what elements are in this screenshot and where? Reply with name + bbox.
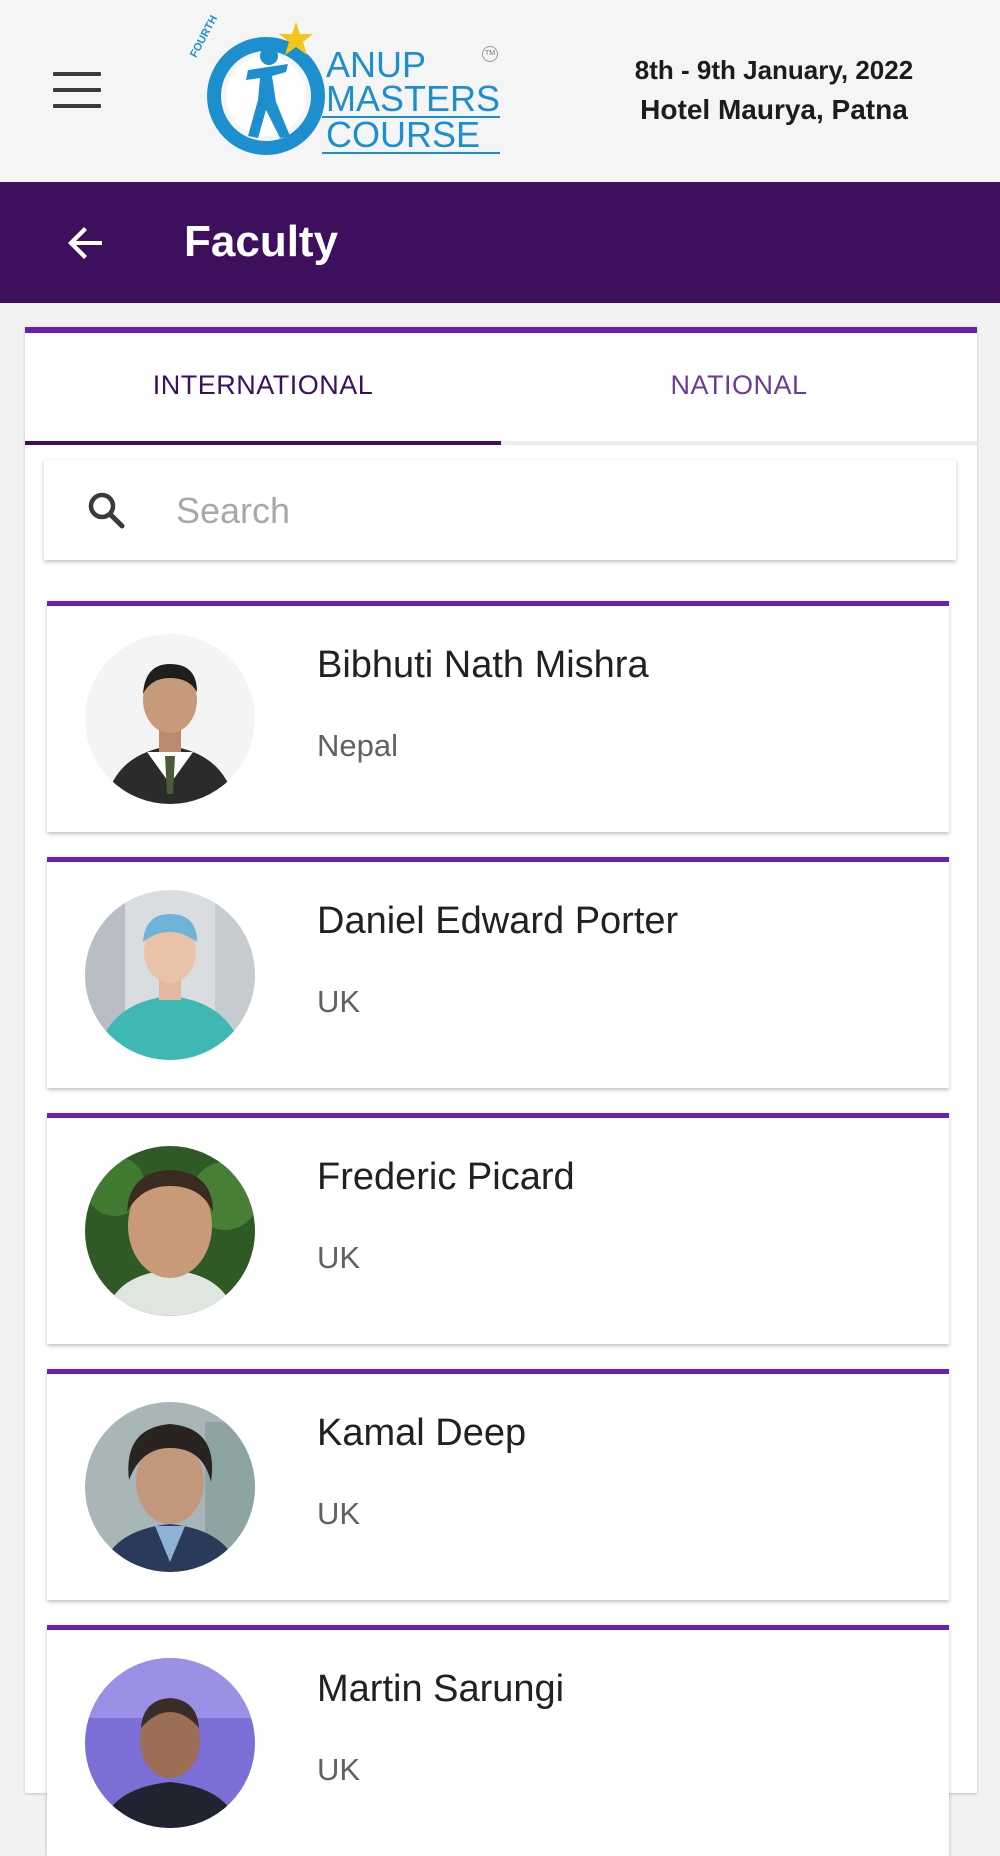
faculty-country: UK xyxy=(317,1752,361,1787)
search-icon[interactable] xyxy=(86,490,126,530)
logo-line-3: COURSE xyxy=(322,116,501,154)
app-bar: Faculty xyxy=(0,182,1000,303)
faculty-card[interactable]: Martin Sarungi UK xyxy=(47,1625,949,1856)
faculty-name: Daniel Edward Porter xyxy=(317,900,679,942)
search-input[interactable] xyxy=(174,482,918,540)
logo-line-2: MASTERS xyxy=(326,78,501,119)
tab-international[interactable]: INTERNATIONAL xyxy=(25,333,501,441)
event-info: 8th - 9th January, 2022 Hotel Maurya, Pa… xyxy=(600,52,948,132)
logo-line-1: ANUP xyxy=(326,44,427,85)
faculty-country: UK xyxy=(317,984,361,1019)
faculty-name: Bibhuti Nath Mishra xyxy=(317,644,649,686)
event-date: 8th - 9th January, 2022 xyxy=(634,55,914,85)
avatar xyxy=(85,1402,255,1572)
faculty-card[interactable]: Kamal Deep UK xyxy=(47,1369,949,1600)
faculty-country: UK xyxy=(317,1496,361,1531)
avatar xyxy=(85,1658,255,1828)
faculty-country: Nepal xyxy=(317,728,398,763)
tab-bar: INTERNATIONAL NATIONAL xyxy=(25,333,977,445)
page-title: Faculty xyxy=(184,217,339,266)
faculty-card[interactable]: Bibhuti Nath Mishra Nepal xyxy=(47,601,949,832)
hamburger-menu-icon[interactable] xyxy=(53,72,101,108)
faculty-name: Frederic Picard xyxy=(317,1156,575,1198)
faculty-card[interactable]: Daniel Edward Porter UK xyxy=(47,857,949,1088)
anup-masters-course-logo: FOURTH TM ANUP MASTERS COURSE xyxy=(186,14,506,158)
event-venue: Hotel Maurya, Patna xyxy=(640,94,908,125)
active-tab-indicator xyxy=(25,441,501,445)
search-box xyxy=(44,460,956,560)
faculty-panel: INTERNATIONAL NATIONAL Bibhuti Nath xyxy=(25,327,977,1856)
faculty-name: Martin Sarungi xyxy=(317,1668,565,1710)
faculty-country: UK xyxy=(317,1240,361,1275)
avatar xyxy=(85,890,255,1060)
arrow-left-icon[interactable] xyxy=(62,219,110,267)
faculty-name: Kamal Deep xyxy=(317,1412,527,1454)
tab-national[interactable]: NATIONAL xyxy=(501,333,977,441)
avatar xyxy=(85,634,255,804)
top-header: FOURTH TM ANUP MASTERS COURSE 8th - 9th … xyxy=(0,0,1000,182)
faculty-card[interactable]: Frederic Picard UK xyxy=(47,1113,949,1344)
avatar xyxy=(85,1146,255,1316)
logo-wordmark: ANUP MASTERS COURSE xyxy=(322,44,501,154)
